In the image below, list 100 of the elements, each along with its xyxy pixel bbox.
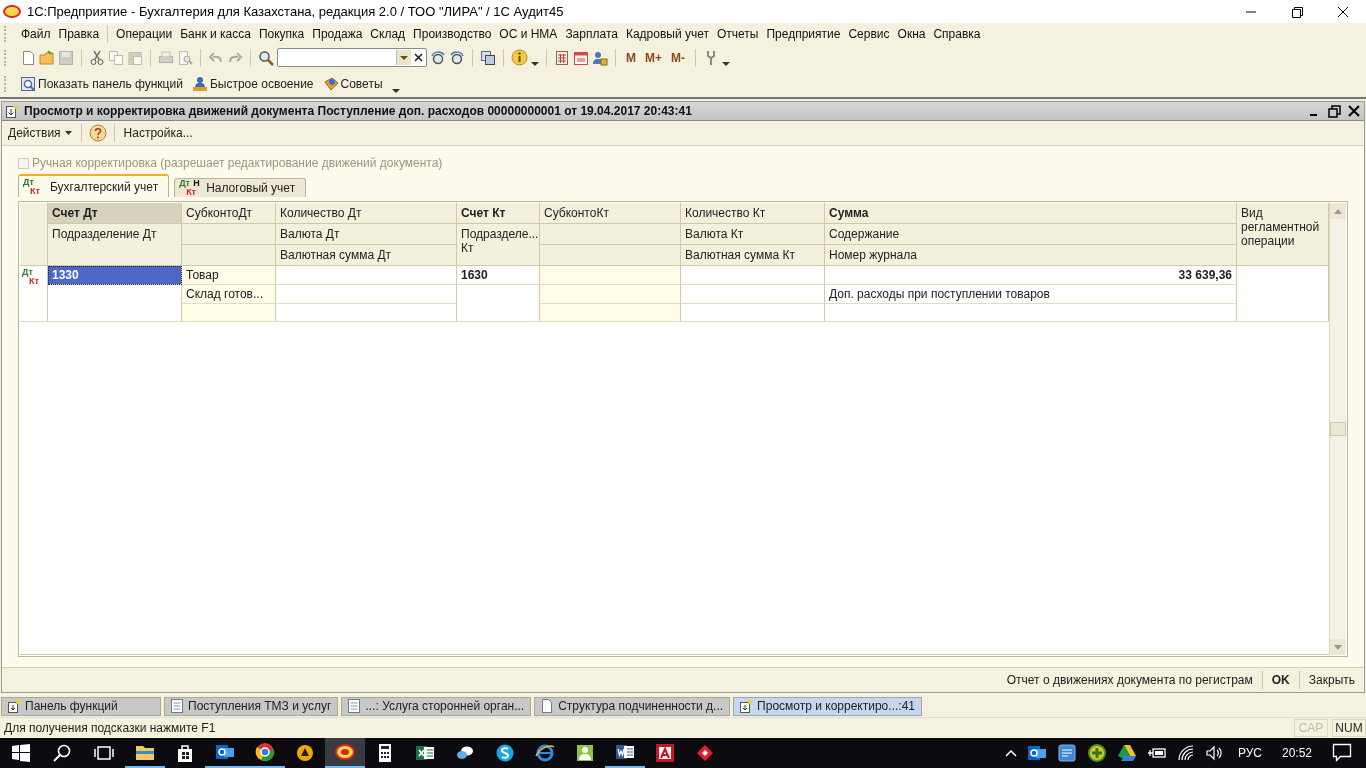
app-logo-icon: [3, 5, 21, 18]
footer-button[interactable]: Отчет о движениях документа по регистрам: [1003, 673, 1256, 687]
window-tab[interactable]: ...: Услуга сторонней орган...: [341, 696, 532, 716]
menu-item[interactable]: Продажа: [308, 27, 367, 41]
menu-item[interactable]: Отчеты: [713, 27, 763, 41]
column-header[interactable]: Номер журнала: [825, 245, 1237, 266]
user-lock-icon[interactable]: [592, 49, 608, 66]
triangle-drive-icon[interactable]: [1116, 743, 1137, 763]
caret-icon[interactable]: [722, 62, 730, 66]
find-next-icon[interactable]: [430, 49, 446, 66]
info-icon[interactable]: [511, 49, 528, 66]
word-processor-icon: [615, 742, 635, 762]
memory-button[interactable]: M: [623, 50, 639, 65]
menu-item[interactable]: Зарплата: [561, 27, 622, 41]
taskbar-app-button[interactable]: [325, 738, 365, 768]
search-icon[interactable]: [53, 744, 71, 762]
caret-icon[interactable]: [531, 62, 539, 66]
footer-button[interactable]: Закрыть: [1305, 673, 1358, 687]
column-header[interactable]: Количество Дт: [276, 203, 457, 224]
diamond-icon: [695, 743, 715, 763]
menu-item[interactable]: ОС и НМА: [495, 27, 562, 41]
panel-magnifier-icon[interactable]: [20, 75, 36, 92]
column-header[interactable]: Валюта Дт: [276, 224, 457, 245]
menu-item[interactable]: Кадровый учет: [621, 27, 713, 41]
caret-icon[interactable]: [391, 89, 400, 93]
table-cell: 1630: [457, 266, 540, 285]
new-document-icon[interactable]: [20, 49, 36, 66]
letter-tile-icon: [655, 743, 675, 763]
menu-item[interactable]: Операции: [112, 27, 177, 41]
window-tab[interactable]: Поступления ТМЗ и услуг: [164, 696, 339, 716]
memory-button[interactable]: M-: [668, 50, 688, 65]
speaker-icon[interactable]: [1204, 744, 1223, 762]
spreadsheet-icon: [415, 743, 435, 763]
folder-icon[interactable]: [39, 49, 55, 66]
footer-button[interactable]: OK: [1268, 673, 1293, 687]
menu-item[interactable]: Правка: [54, 27, 104, 41]
column-header[interactable]: СубконтоДт: [182, 203, 276, 224]
table-cell: 33 639,36: [825, 266, 1237, 285]
debit-credit-icon: Дт Н Кт: [179, 179, 204, 197]
actions-menu-button[interactable]: Действия: [6, 126, 74, 140]
plus-circle-icon[interactable]: [1086, 743, 1107, 763]
menu-item[interactable]: Справка: [929, 27, 985, 41]
clear-icon[interactable]: [414, 53, 423, 62]
monitor-app-icon[interactable]: [1056, 743, 1077, 763]
dropdown-icon[interactable]: [400, 55, 408, 60]
menu-item[interactable]: Файл: [17, 27, 55, 41]
toolbar-button[interactable]: Советы: [322, 75, 383, 92]
column-header[interactable]: СубконтоКт: [540, 203, 681, 224]
window-tab[interactable]: Структура подчиненности д...: [534, 696, 731, 716]
scrollbar[interactable]: [1329, 203, 1346, 655]
column-header[interactable]: Валютная сумма Дт: [276, 245, 457, 266]
calendar-icon[interactable]: [573, 49, 589, 66]
menu-item[interactable]: Банк и касса: [176, 27, 255, 41]
toolbar-button[interactable]: Показать панель функций: [20, 75, 183, 92]
task-view-icon[interactable]: [94, 744, 114, 762]
caret-icon[interactable]: [64, 131, 72, 135]
notification-icon[interactable]: [1332, 743, 1352, 763]
document-icon: [4, 103, 20, 119]
column-header[interactable]: Содержание: [825, 224, 1237, 245]
tab[interactable]: Дт Кт Бухгалтерский учет: [18, 174, 170, 197]
wifi-icon[interactable]: [1176, 744, 1195, 762]
menu-item[interactable]: Производство: [409, 27, 496, 41]
toolbar-button[interactable]: Быстрое освоение: [191, 75, 314, 92]
column-header[interactable]: Счет Дт: [48, 203, 182, 224]
column-header[interactable]: Счет Кт: [457, 203, 540, 224]
help-icon[interactable]: [88, 124, 107, 142]
status-hint: Для получения подсказки нажмите F1: [4, 721, 217, 735]
window-tab[interactable]: Панель функций: [1, 696, 161, 716]
menu-item[interactable]: Покупка: [254, 27, 309, 41]
list-document-icon: [169, 698, 185, 714]
column-header[interactable]: Сумма: [825, 203, 1237, 224]
search-field[interactable]: [277, 48, 427, 67]
tab[interactable]: Дт Н Кт Налоговый учет: [174, 178, 307, 197]
person-at-desk-icon[interactable]: [191, 75, 208, 92]
menu-item[interactable]: Предприятие: [762, 27, 845, 41]
input-language[interactable]: РУС: [1237, 746, 1262, 760]
menu-item[interactable]: Сервис: [844, 27, 894, 41]
menu-item[interactable]: Склад: [366, 27, 410, 41]
windows-start-icon[interactable]: [12, 744, 30, 762]
clock[interactable]: 20:52: [1281, 746, 1312, 760]
document-title: Просмотр и корректировка движений документа Поступление доп. расходов 00000000001 от 19.04.2017 20:43:41: [24, 104, 693, 118]
window-tab[interactable]: Просмотр и корректиро...:41: [733, 696, 922, 716]
find-previous-icon[interactable]: [449, 49, 465, 66]
windows-icon[interactable]: [480, 49, 496, 66]
scroll-thumb[interactable]: [1330, 422, 1346, 436]
calculator-icon[interactable]: [554, 49, 570, 66]
column-header[interactable]: Валютная сумма Кт: [681, 245, 825, 266]
column-header[interactable]: Вид регламентной операции: [1237, 203, 1329, 266]
menu-item[interactable]: Окна: [893, 27, 930, 41]
column-header[interactable]: Подразделе... Кт: [457, 224, 540, 266]
scissors-icon[interactable]: [89, 49, 105, 66]
oval-logo-icon: [335, 742, 355, 762]
mail-app-icon[interactable]: [1026, 743, 1047, 763]
column-header[interactable]: Количество Кт: [681, 203, 825, 224]
memory-button[interactable]: M+: [642, 50, 665, 65]
column-header[interactable]: Подразделение Дт: [48, 224, 182, 266]
search-icon[interactable]: [258, 49, 274, 66]
column-header[interactable]: Валюта Кт: [681, 224, 825, 245]
settings-button[interactable]: Настройка...: [121, 126, 195, 140]
chevron-up-icon[interactable]: [1004, 749, 1017, 757]
